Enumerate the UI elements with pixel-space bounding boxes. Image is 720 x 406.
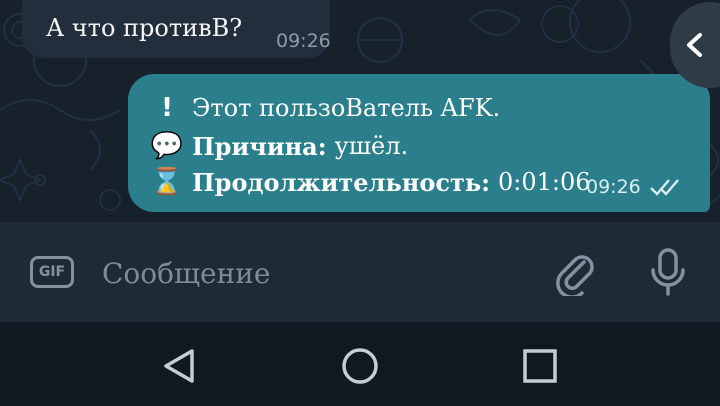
message-input[interactable] [100, 252, 524, 294]
afk-duration-label: Продолжительность: [192, 167, 490, 197]
afk-reason-line: 💬 Причина: ушёл. [150, 130, 408, 162]
paperclip-icon[interactable] [552, 248, 600, 296]
exclamation-icon: ! [161, 93, 173, 123]
afk-status-text: Этот пользоВатель AFK. [192, 94, 501, 122]
double-check-icon [650, 179, 679, 196]
gif-button[interactable]: GIF [30, 256, 74, 288]
outgoing-message-bubble[interactable]: ! Этот пользоВатель AFK. 💬 Причина: ушёл… [128, 74, 710, 212]
recents-square-icon[interactable] [520, 346, 560, 386]
chevron-left-icon [687, 33, 702, 57]
afk-reason-value: ушёл. [334, 132, 409, 160]
afk-reason-label: Причина: [192, 131, 327, 161]
afk-duration-value: 0:01:06 [497, 168, 591, 196]
microphone-icon[interactable] [648, 246, 688, 300]
chat-area: А что противВ? 09:26 ! Этот пользоВатель… [0, 0, 720, 222]
back-triangle-icon[interactable] [160, 346, 200, 386]
message-input-bar: GIF [0, 222, 720, 322]
system-navigation-bar [0, 322, 720, 406]
gif-label: GIF [38, 264, 66, 280]
hourglass-icon: ⌛ [150, 167, 184, 197]
incoming-message-time: 09:26 [276, 30, 331, 52]
incoming-message-bubble[interactable]: А что противВ? 09:26 [22, 0, 331, 58]
incoming-message-text: А что противВ? [46, 14, 243, 42]
speech-bubble-icon: 💬 [150, 131, 184, 161]
afk-status-line: ! Этот пользоВатель AFK. [150, 92, 500, 124]
outgoing-message-time: 09:26 [586, 176, 641, 198]
home-circle-icon[interactable] [340, 346, 380, 386]
afk-duration-line: ⌛ Продолжительность: 0:01:06 [150, 166, 591, 198]
